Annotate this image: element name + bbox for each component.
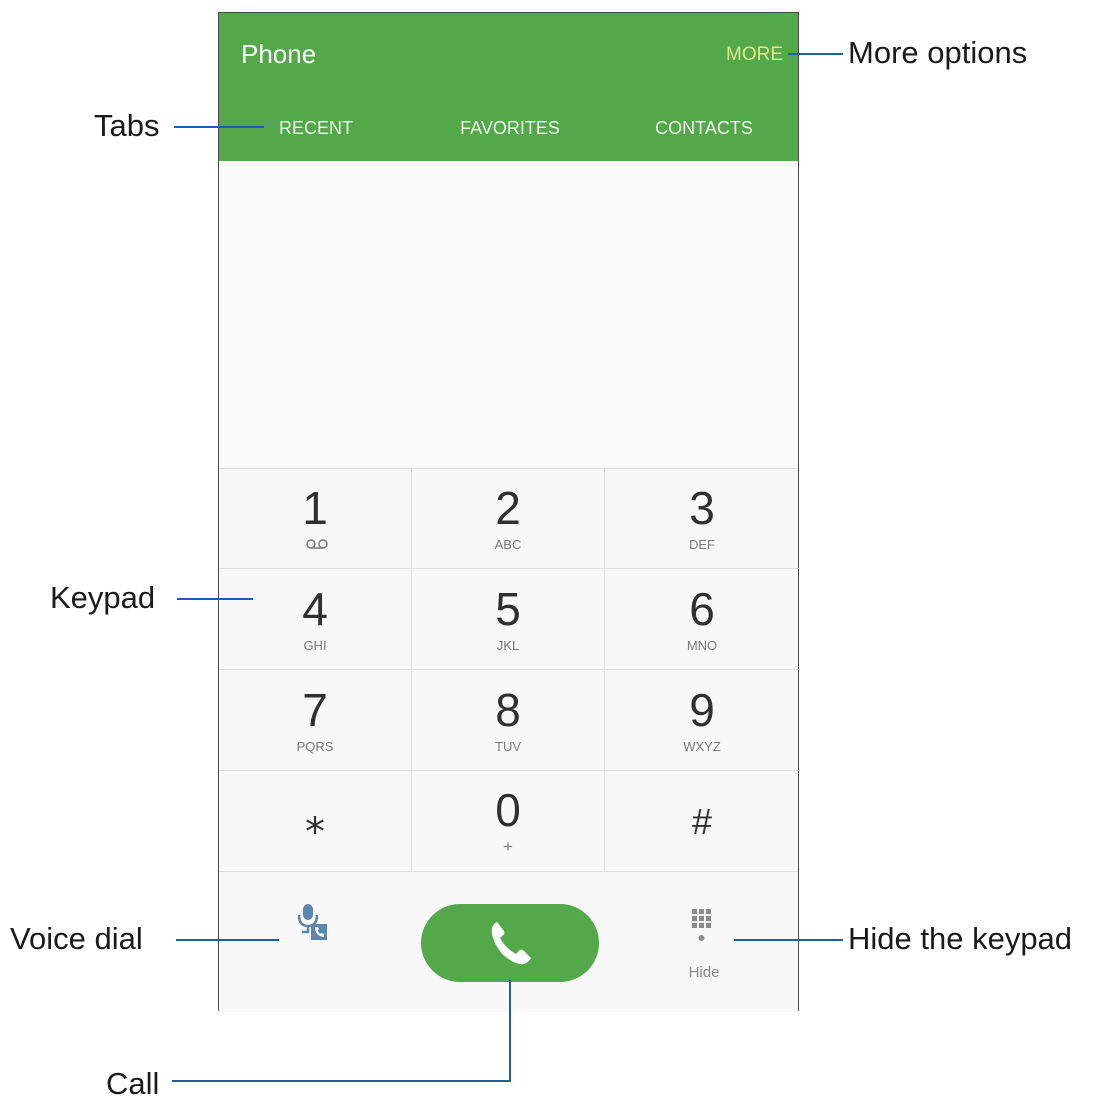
key-digit: 9: [689, 684, 715, 736]
more-options-button[interactable]: MORE: [726, 44, 783, 66]
tab-recent[interactable]: RECENT: [219, 118, 413, 139]
key-letters: JKL: [496, 638, 520, 653]
tab-bar: RECENT FAVORITES CONTACTS: [219, 108, 798, 148]
callout-tabs: Tabs: [94, 108, 160, 143]
voicemail-icon: [306, 539, 328, 549]
key-letters: WXYZ: [683, 739, 721, 754]
key-letters: MNO: [686, 638, 718, 653]
microphone-phone-icon: [297, 904, 327, 940]
phone-screen: Phone MORE RECENT FAVORITES CONTACTS 1 2…: [218, 12, 799, 1012]
key-digit: 0: [495, 784, 521, 836]
callout-line-more-options: [788, 53, 843, 55]
key-digit: 3: [689, 482, 715, 534]
key-digit: 4: [302, 583, 328, 635]
key-digit: #: [691, 801, 713, 842]
callout-more-options: More options: [848, 35, 1028, 70]
key-letters: DEF: [689, 537, 715, 552]
phone-handset-icon: [491, 922, 531, 965]
tab-contacts[interactable]: CONTACTS: [607, 118, 801, 139]
callout-line-voice-dial: [176, 939, 279, 941]
key-2[interactable]: 2 ABC: [412, 469, 605, 569]
key-0[interactable]: 0 +: [412, 771, 605, 871]
callout-line-tabs: [174, 126, 264, 128]
key-digit: 6: [689, 583, 715, 635]
key-7[interactable]: 7 PQRS: [219, 671, 412, 771]
callout-line-hide-keypad: [734, 939, 843, 941]
key-digit: ⁎: [305, 798, 325, 842]
key-4[interactable]: 4 GHI: [219, 570, 412, 670]
callout-line-call-horizontal: [172, 1080, 511, 1082]
voice-dial-button[interactable]: [293, 902, 335, 944]
key-digit: 7: [302, 684, 328, 736]
key-9[interactable]: 9 WXYZ: [605, 671, 799, 771]
callout-call: Call: [106, 1066, 160, 1101]
key-digit: 1: [302, 482, 328, 534]
app-bar: Phone MORE RECENT FAVORITES CONTACTS: [219, 13, 798, 161]
hide-keypad-button[interactable]: Hide: [659, 908, 749, 988]
key-3[interactable]: 3 DEF: [605, 469, 799, 569]
key-5[interactable]: 5 JKL: [412, 570, 605, 670]
key-digit: 8: [495, 684, 521, 736]
call-button[interactable]: [421, 904, 599, 982]
key-letters: TUV: [495, 739, 521, 754]
key-letters: PQRS: [296, 739, 334, 754]
key-1[interactable]: 1: [219, 469, 412, 569]
key-letters: GHI: [303, 638, 327, 653]
key-letters: +: [503, 837, 513, 856]
dialpad-icon: [692, 909, 711, 941]
number-display: [219, 161, 798, 468]
tab-favorites[interactable]: FAVORITES: [413, 118, 607, 139]
key-hash[interactable]: #: [605, 771, 799, 871]
callout-keypad: Keypad: [50, 580, 156, 615]
hide-label: Hide: [688, 964, 720, 981]
callout-line-call-vertical: [509, 980, 511, 1082]
key-6[interactable]: 6 MNO: [605, 570, 799, 670]
callout-line-keypad: [177, 598, 253, 600]
callout-hide-keypad: Hide the keypad: [848, 921, 1073, 956]
app-title: Phone: [241, 39, 317, 69]
key-digit: 5: [495, 583, 521, 635]
key-letters: ABC: [494, 537, 522, 552]
key-star[interactable]: ⁎: [219, 771, 412, 871]
key-8[interactable]: 8 TUV: [412, 671, 605, 771]
key-digit: 2: [495, 482, 521, 534]
callout-voice-dial: Voice dial: [10, 921, 143, 956]
keypad: 1 2 ABC 3 DEF 4 GHI 5 JKL 6 MNO 7 PQRS 8…: [219, 468, 799, 872]
